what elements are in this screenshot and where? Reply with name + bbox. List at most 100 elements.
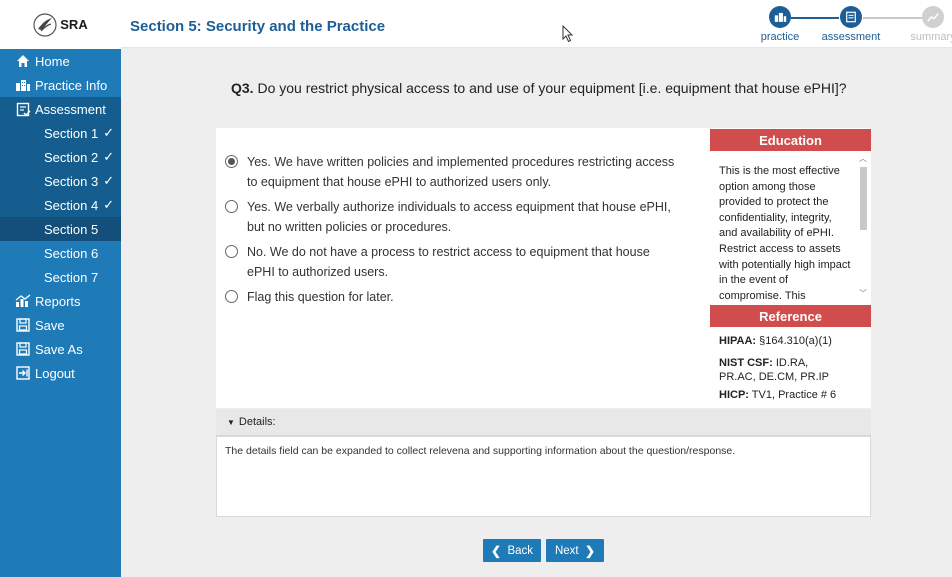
answer-options: Yes. We have written policies and implem… xyxy=(225,152,695,312)
logout-icon xyxy=(15,365,31,381)
sidebar-item-section-4[interactable]: Section 4 ✓ xyxy=(0,193,121,217)
question-body: Do you restrict physical access to and u… xyxy=(253,80,847,96)
details-field[interactable]: The details field can be expanded to col… xyxy=(216,436,871,517)
clipboard-icon xyxy=(840,6,862,28)
app-logo[interactable]: SRA xyxy=(0,0,121,49)
education-panel[interactable]: This is the most effective option among … xyxy=(710,151,871,304)
sidebar-item-label: Logout xyxy=(35,365,75,381)
details-label: Details: xyxy=(238,416,276,428)
reference-heading: Reference xyxy=(710,305,871,327)
sidebar-item-label: Section 6 xyxy=(44,245,99,261)
sidebar-item-section-6[interactable]: Section 6 xyxy=(0,241,121,265)
sidebar-item-save[interactable]: Save xyxy=(0,313,121,337)
page-title: Section 5: Security and the Practice xyxy=(130,18,386,35)
sidebar-item-label: Section 7 xyxy=(44,269,99,285)
step-label: practice xyxy=(760,31,800,43)
save-as-icon xyxy=(15,341,31,357)
checkmark-icon: ✓ xyxy=(103,125,115,140)
next-button[interactable]: Next ❯ xyxy=(546,539,604,562)
question-band: Q3. Do you restrict physical access to a… xyxy=(121,48,952,128)
chevron-left-icon: ❮ xyxy=(490,543,502,558)
question-text: Q3. Do you restrict physical access to a… xyxy=(231,80,847,96)
clipboard-icon xyxy=(15,101,31,117)
reference-label: NIST CSF: xyxy=(719,357,773,369)
answer-option[interactable]: No. We do not have a process to restrict… xyxy=(225,242,695,282)
sidebar-item-label: Section 1 xyxy=(44,125,99,141)
sidebar-item-label: Save xyxy=(35,317,65,333)
reference-panel: HIPAA: §164.310(a)(1) NIST CSF: ID.RA, P… xyxy=(710,327,871,407)
option-line: ePHI to authorized users. xyxy=(247,265,389,279)
sidebar-item-label: Assessment xyxy=(35,101,106,117)
sidebar-nav: Home Practice Info Assessment Section 1 … xyxy=(0,49,121,385)
back-button[interactable]: ❮ Back xyxy=(483,539,541,562)
sidebar-item-practice-info[interactable]: Practice Info xyxy=(0,73,121,97)
next-button-label: Next xyxy=(554,544,579,557)
hhs-eagle-icon xyxy=(33,12,57,37)
sidebar-item-section-5[interactable]: Section 5 xyxy=(0,217,121,241)
sidebar-item-label: Home xyxy=(35,53,70,69)
step-label: summary xyxy=(910,31,952,43)
checkmark-icon: ✓ xyxy=(103,149,115,164)
option-line: Yes. We have written policies and implem… xyxy=(247,155,675,169)
sidebar-item-label: Section 3 xyxy=(44,173,99,189)
home-icon xyxy=(15,53,31,69)
scroll-down-icon[interactable]: ﹀ xyxy=(857,288,869,299)
sidebar-item-label: Save As xyxy=(35,341,83,357)
chevron-right-icon: ❯ xyxy=(584,543,596,558)
sidebar: SRA Home Practice Info Assessment Sectio… xyxy=(0,0,121,577)
option-line: to equipment that house ePHI to authoriz… xyxy=(247,175,552,189)
sidebar-item-section-3[interactable]: Section 3 ✓ xyxy=(0,169,121,193)
answer-option[interactable]: Yes. We have written policies and implem… xyxy=(225,152,695,192)
sidebar-item-reports[interactable]: Reports xyxy=(0,289,121,313)
building-icon xyxy=(769,6,791,28)
step-assessment[interactable]: assessment xyxy=(816,6,886,43)
option-line: Yes. We verbally authorize individuals t… xyxy=(247,200,671,214)
reference-label: HICP: xyxy=(719,389,749,401)
sidebar-item-save-as[interactable]: Save As xyxy=(0,337,121,361)
education-text: This is the most effective option among … xyxy=(719,165,851,302)
reference-hipaa: HIPAA: §164.310(a)(1) xyxy=(719,334,867,348)
sidebar-item-section-1[interactable]: Section 1 ✓ xyxy=(0,121,121,145)
header: Section 5: Security and the Practice pra… xyxy=(121,0,952,48)
chart-icon xyxy=(922,6,944,28)
caret-down-icon: ▼ xyxy=(227,417,235,427)
checkmark-icon: ✓ xyxy=(103,173,115,188)
sidebar-item-assessment[interactable]: Assessment xyxy=(0,97,121,121)
option-line: but no written policies or procedures. xyxy=(247,220,452,234)
radio-button[interactable] xyxy=(225,290,238,303)
chart-icon xyxy=(15,293,31,309)
education-heading: Education xyxy=(710,129,871,151)
sidebar-item-logout[interactable]: Logout xyxy=(0,361,121,385)
question-number: Q3. xyxy=(231,80,254,96)
sidebar-item-label: Practice Info xyxy=(35,77,108,93)
sidebar-item-label: Section 5 xyxy=(44,221,99,237)
logo-text: SRA xyxy=(60,17,88,32)
reference-hicp: HICP: TV1, Practice # 6 xyxy=(719,388,867,402)
sidebar-item-section-2[interactable]: Section 2 ✓ xyxy=(0,145,121,169)
option-line: Flag this question for later. xyxy=(247,290,394,304)
step-summary[interactable]: summary xyxy=(898,6,952,43)
step-practice[interactable]: practice xyxy=(745,6,815,43)
scroll-up-icon[interactable]: ︿ xyxy=(857,153,869,164)
sidebar-item-section-7[interactable]: Section 7 xyxy=(0,265,121,289)
save-icon xyxy=(15,317,31,333)
option-line: No. We do not have a process to restrict… xyxy=(247,245,650,259)
sidebar-item-label: Reports xyxy=(35,293,81,309)
reference-nist: NIST CSF: ID.RA, PR.AC, DE.CM, PR.IP xyxy=(719,356,847,384)
answer-option[interactable]: Yes. We verbally authorize individuals t… xyxy=(225,197,695,237)
flag-option[interactable]: Flag this question for later. xyxy=(225,287,695,307)
radio-button-selected[interactable] xyxy=(225,155,238,168)
reference-value: §164.310(a)(1) xyxy=(756,335,832,347)
scroll-thumb[interactable] xyxy=(860,167,867,230)
education-scrollbar[interactable]: ︿ ﹀ xyxy=(857,153,869,301)
sidebar-item-home[interactable]: Home xyxy=(0,49,121,73)
radio-button[interactable] xyxy=(225,245,238,258)
checkmark-icon: ✓ xyxy=(103,197,115,212)
details-toggle[interactable]: ▼ Details: xyxy=(216,409,871,436)
reference-label: HIPAA: xyxy=(719,335,757,347)
back-button-label: Back xyxy=(507,544,534,557)
sidebar-item-label: Section 2 xyxy=(44,149,99,165)
radio-button[interactable] xyxy=(225,200,238,213)
reference-value: TV1, Practice # 6 xyxy=(748,389,837,401)
building-icon xyxy=(15,77,31,93)
